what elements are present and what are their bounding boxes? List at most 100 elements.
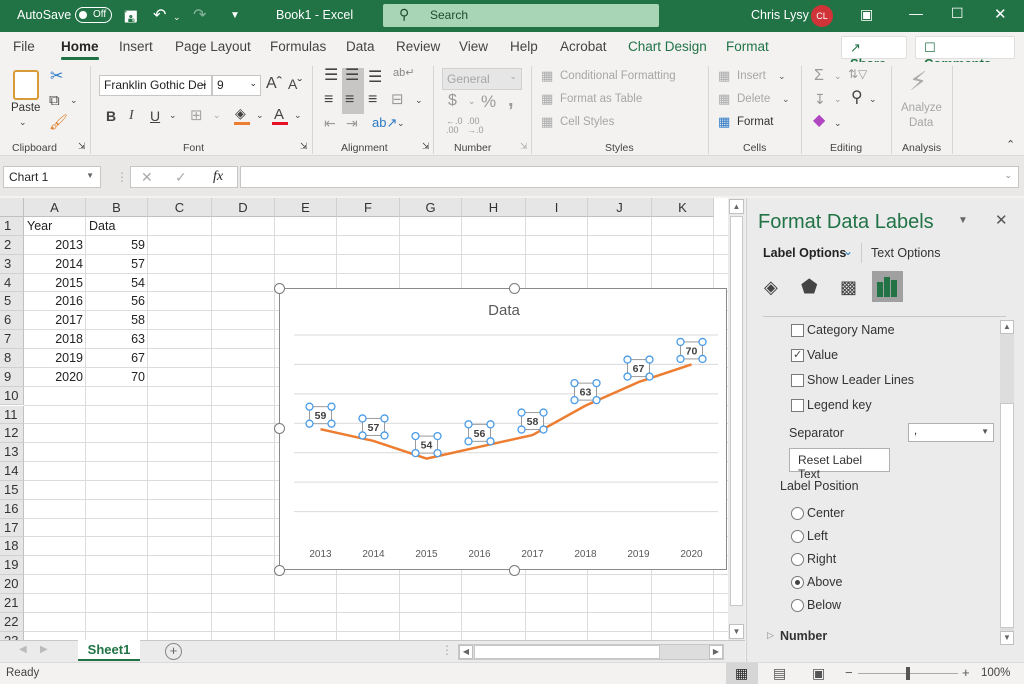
data-label[interactable]: 57	[358, 414, 389, 440]
row-header-20[interactable]: 20	[0, 575, 24, 594]
cell-b1[interactable]: Data	[86, 217, 148, 236]
data-label-handle[interactable]	[570, 395, 579, 405]
fill-color-icon[interactable]: ◈	[235, 106, 246, 120]
cell-a4[interactable]: 2015	[24, 274, 86, 293]
copy-icon[interactable]: ⧉	[49, 93, 60, 108]
avatar[interactable]: CL	[811, 5, 833, 27]
expand-number-icon[interactable]: ▷	[767, 630, 774, 641]
align-bottom-icon[interactable]: ☰	[368, 70, 382, 86]
decrease-decimal-icon[interactable]: .00 →.0	[467, 117, 484, 135]
align-center-icon[interactable]: ≡	[345, 92, 354, 108]
row-header-1[interactable]: 1	[0, 217, 24, 236]
tab-file[interactable]: File	[13, 39, 35, 54]
save-icon[interactable]: 🖪	[124, 6, 138, 33]
format-as-table-button[interactable]: Format as Table	[560, 93, 642, 105]
format-painter-icon[interactable]: 🖌	[49, 115, 68, 130]
autosum-icon[interactable]: Σ	[814, 68, 824, 84]
percent-icon[interactable]: %	[481, 93, 496, 110]
orientation-dropdown-icon[interactable]: ⌄	[397, 119, 405, 128]
data-label-handle[interactable]	[645, 355, 654, 364]
data-label-handle[interactable]	[698, 337, 707, 347]
fill-color-dropdown-icon[interactable]: ⌄	[256, 111, 264, 120]
row-header-12[interactable]: 12	[0, 424, 24, 444]
pane-scroll-thumb[interactable]	[1000, 403, 1014, 628]
undo-dropdown-icon[interactable]: ⌄	[173, 12, 181, 23]
label-options-icon-bg[interactable]	[872, 271, 903, 302]
underline-dropdown-icon[interactable]: ⌄	[169, 111, 177, 120]
data-label[interactable]: 67	[623, 355, 654, 381]
data-label-handle[interactable]	[698, 354, 707, 364]
bold-icon[interactable]: B	[106, 109, 116, 123]
data-label-handle[interactable]	[517, 408, 526, 417]
data-label-handle[interactable]	[570, 378, 579, 388]
autosum-dropdown-icon[interactable]: ⌄	[834, 72, 842, 81]
cell-b7[interactable]: 63	[86, 330, 148, 349]
cell-a8[interactable]: 2019	[24, 349, 86, 368]
vertical-scrollbar[interactable]: ▲ ▼	[728, 198, 745, 640]
pane-scroll-up[interactable]: ▲	[1000, 320, 1014, 334]
sheet-tab-sheet1[interactable]: Sheet1	[78, 640, 140, 661]
row-header-19[interactable]: 19	[0, 556, 24, 576]
cell-a6[interactable]: 2017	[24, 311, 86, 330]
increase-decimal-icon[interactable]: ←.0.00	[446, 117, 463, 135]
column-header-i[interactable]: I	[526, 198, 588, 217]
tab-label-options[interactable]: Label Options	[763, 246, 846, 260]
align-right-icon[interactable]: ≡	[368, 92, 377, 108]
column-header-e[interactable]: E	[275, 198, 337, 217]
radio-right[interactable]	[791, 553, 804, 566]
row-header-21[interactable]: 21	[0, 594, 24, 613]
pane-scroll-down[interactable]: ▼	[1000, 631, 1014, 645]
radio-label[interactable]: Right	[807, 552, 836, 566]
row-header-4[interactable]: 4	[0, 273, 24, 293]
cell-b5[interactable]: 56	[86, 292, 148, 311]
cell-b2[interactable]: 59	[86, 236, 148, 255]
currency-icon[interactable]: $	[448, 93, 457, 109]
tab-chart-design[interactable]: Chart Design	[628, 39, 707, 54]
data-label-handle[interactable]	[623, 372, 632, 381]
clipboard-launcher-icon[interactable]: ⇲	[78, 142, 86, 151]
tab-review[interactable]: Review	[396, 39, 440, 54]
radio-left[interactable]	[791, 530, 804, 543]
page-layout-view-icon[interactable]: ▤	[773, 665, 786, 682]
orientation-icon[interactable]: ab↗	[372, 116, 397, 129]
cancel-icon[interactable]: ✕	[141, 169, 153, 186]
collapse-ribbon-icon[interactable]: ⌃	[1006, 140, 1015, 151]
chevron-down-icon[interactable]: ⌄	[778, 72, 786, 81]
fill-icon[interactable]: ↧	[814, 92, 826, 106]
insert-function-icon[interactable]: fx	[213, 169, 223, 185]
data-label-handle[interactable]	[411, 448, 420, 458]
data-label-handle[interactable]	[433, 431, 442, 441]
radio-label[interactable]: Center	[807, 506, 845, 520]
fill-line-icon[interactable]: ◈	[764, 277, 778, 298]
scroll-down-button[interactable]: ▼	[729, 624, 744, 639]
tab-help[interactable]: Help	[510, 39, 538, 54]
select-all-button[interactable]	[0, 198, 24, 217]
pane-scrollbar[interactable]: ▲ ▼	[1000, 320, 1014, 645]
add-sheet-button[interactable]: +	[165, 643, 182, 660]
data-label[interactable]: 58	[517, 408, 548, 434]
checkbox-label[interactable]: Legend key	[807, 398, 872, 412]
analyze-data-icon[interactable]: ⚡	[909, 68, 927, 94]
checkbox-label[interactable]: Show Leader Lines	[807, 373, 914, 387]
normal-view-button[interactable]: ▦	[726, 663, 758, 684]
formula-input[interactable]: ⌄	[240, 166, 1019, 188]
data-label-handle[interactable]	[645, 372, 654, 381]
checkbox-label[interactable]: Category Name	[807, 323, 895, 337]
data-label-handle[interactable]	[433, 448, 442, 458]
effects-icon[interactable]: ⬟	[801, 276, 818, 299]
column-header-b[interactable]: B	[86, 198, 148, 217]
cell-a2[interactable]: 2013	[24, 236, 86, 255]
resize-handle-top-left[interactable]	[274, 283, 285, 294]
column-header-f[interactable]: F	[337, 198, 400, 217]
zoom-level[interactable]: 100%	[981, 667, 1010, 679]
row-header-5[interactable]: 5	[0, 292, 24, 312]
series-line[interactable]	[320, 363, 692, 460]
align-left-icon[interactable]: ≡	[324, 92, 333, 108]
delete-cells-button[interactable]: Delete	[737, 93, 770, 105]
size-properties-icon[interactable]: ▩	[840, 277, 857, 298]
number-section[interactable]: Number	[780, 629, 827, 643]
conditional-formatting-button[interactable]: Conditional Formatting	[560, 70, 676, 82]
ribbon-display-options-icon[interactable]: ▣	[860, 6, 873, 23]
data-label-handle[interactable]	[676, 354, 685, 364]
font-color-dropdown-icon[interactable]: ⌄	[294, 111, 302, 120]
